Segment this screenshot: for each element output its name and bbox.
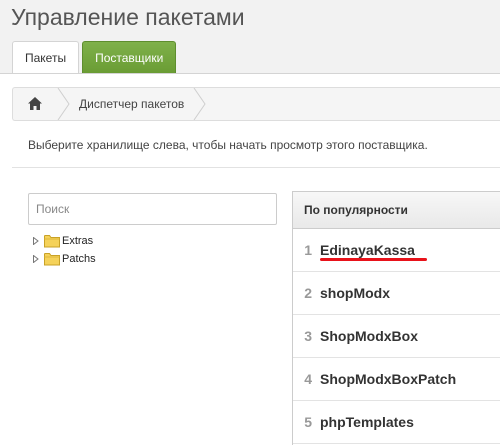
package-name[interactable]: ShopModxBox (320, 328, 418, 344)
tab-providers[interactable]: Поставщики (82, 41, 177, 73)
folder-icon (44, 253, 60, 266)
package-item[interactable]: 4 ShopModxBoxPatch (293, 358, 500, 401)
repository-tree: Extras Patchs (32, 232, 96, 268)
package-item[interactable]: 3 ShopModxBox (293, 315, 500, 358)
main-panel: Диспетчер пакетов Выберите хранилище сле… (0, 73, 500, 445)
breadcrumb-separator (57, 88, 71, 120)
tab-bar: Пакеты Поставщики (12, 41, 179, 74)
package-rank: 4 (304, 371, 312, 387)
tree-node-label: Patchs (62, 253, 96, 265)
package-rank: 2 (304, 285, 312, 301)
breadcrumb-home[interactable] (13, 88, 57, 120)
package-name[interactable]: shopModx (320, 285, 390, 301)
popular-packages-panel: По популярности 1 EdinayaKassa 2 shopMod… (292, 191, 500, 445)
package-item[interactable]: 5 phpTemplates (293, 401, 500, 444)
package-rank: 5 (304, 414, 312, 430)
search-input[interactable] (28, 193, 277, 225)
popular-packages-header: По популярности (293, 192, 500, 229)
tree-node-extras[interactable]: Extras (32, 232, 96, 250)
divider (12, 167, 500, 168)
package-rank: 3 (304, 328, 312, 344)
breadcrumb: Диспетчер пакетов (12, 87, 500, 121)
tree-node-label: Extras (62, 235, 94, 247)
folder-icon (44, 235, 60, 248)
tab-packages[interactable]: Пакеты (12, 41, 80, 74)
package-name[interactable]: EdinayaKassa (320, 242, 415, 258)
expand-arrow-icon[interactable] (32, 232, 42, 250)
breadcrumb-separator (193, 88, 207, 120)
breadcrumb-item-package-manager[interactable]: Диспетчер пакетов (79, 88, 184, 120)
package-item[interactable]: 2 shopModx (293, 272, 500, 315)
page-title: Управление пакетами (11, 4, 245, 30)
package-name[interactable]: ShopModxBoxPatch (320, 371, 456, 387)
package-rank: 1 (304, 242, 312, 258)
home-icon (28, 97, 42, 110)
tree-node-patchs[interactable]: Patchs (32, 250, 96, 268)
expand-arrow-icon[interactable] (32, 250, 42, 268)
highlight-underline (320, 258, 427, 261)
description-text: Выберите хранилище слева, чтобы начать п… (28, 138, 428, 152)
package-name[interactable]: phpTemplates (320, 414, 414, 430)
package-item[interactable]: 1 EdinayaKassa (293, 229, 500, 272)
